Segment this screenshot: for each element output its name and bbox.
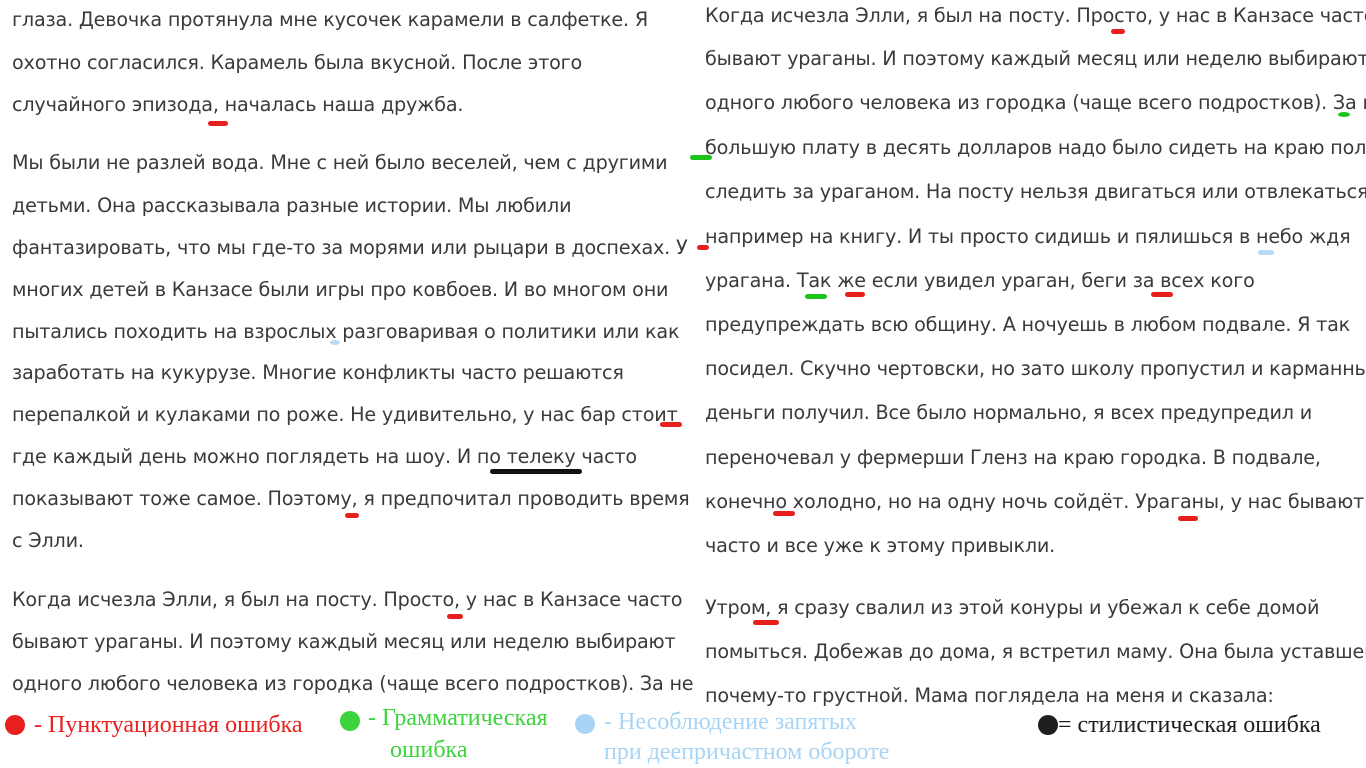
green-dot-icon [340, 711, 360, 731]
text-line: показывают тоже самое. Поэтому, я предпо… [12, 487, 690, 510]
text-line: охотно согласился. Карамель была вкусной… [12, 51, 583, 74]
legend-stylistic-label: = стилистическая ошибка [1058, 712, 1321, 738]
punctuation-error-mark [447, 614, 463, 619]
text-line: предупреждать всю общину. А ночуешь в лю… [705, 313, 1351, 336]
punctuation-error-mark [753, 620, 779, 625]
stylistic-error-mark [490, 469, 582, 474]
text-line: например на книгу. И ты просто сидишь и … [705, 225, 1351, 248]
text-line: детьми. Она рассказывала разные истории.… [12, 194, 572, 217]
legend-grammar-label-cont: ошибка [390, 737, 468, 763]
text-line: Когда исчезла Элли, я был на посту. Прос… [705, 4, 1366, 27]
red-dot-icon [5, 715, 25, 735]
blue-dot-icon [575, 714, 595, 734]
text-line: фантазировать, что мы где-то за морями и… [12, 236, 688, 259]
text-line: Утром, я сразу свалил из этой конуры и у… [705, 596, 1320, 619]
text-line: посидел. Скучно чертовски, но зато школу… [705, 357, 1366, 380]
text-line: помыться. Добежав до дома, я встретил ма… [705, 640, 1366, 663]
text-line: бывают ураганы. И поэтому каждый месяц и… [12, 630, 676, 653]
error-legend: - Пунктуационная ошибка - Грамматическая… [0, 700, 1366, 768]
grammar-error-mark [805, 294, 827, 299]
legend-grammar-label: - Грамматическая [368, 705, 548, 731]
legend-participle-label-cont: при деепричастном обороте [604, 739, 890, 765]
punctuation-error-mark [1111, 29, 1125, 34]
text-line: большую плату в десять долларов надо был… [705, 136, 1366, 159]
text-line: пытались походить на взрослых разговарив… [12, 320, 680, 343]
text-line: с Элли. [12, 529, 84, 552]
punctuation-error-mark [1151, 292, 1173, 297]
text-line: урагана. Так же если увидел ураган, беги… [705, 269, 1255, 292]
text-line: одного любого человека из городка (чаще … [705, 91, 1366, 114]
text-line: Мы были не разлей вода. Мне с ней было в… [12, 151, 668, 174]
text-line: заработать на кукурузе. Многие конфликты… [12, 361, 624, 384]
punctuation-error-mark [845, 292, 865, 297]
punctuation-error-mark [208, 121, 228, 126]
legend-participle-label: - Несоблюдение запятых [604, 709, 858, 735]
text-line: перепалкой и кулаками по роже. Не удивит… [12, 403, 678, 426]
text-line: где каждый день можно поглядеть на шоу. … [12, 445, 637, 468]
text-line: Когда исчезла Элли, я был на посту. Прос… [12, 588, 683, 611]
text-line: глаза. Девочка протянула мне кусочек кар… [12, 8, 648, 31]
text-line: переночевал у фермерши Гленз на краю гор… [705, 446, 1321, 469]
text-line: многих детей в Канзасе были игры про ков… [12, 278, 669, 301]
black-dot-icon [1038, 715, 1058, 735]
text-line: одного любого человека из городка (чаще … [12, 672, 694, 695]
text-line: случайного эпизода, началась наша дружба… [12, 93, 464, 116]
punctuation-error-mark [1178, 516, 1198, 521]
text-line: бывают ураганы. И поэтому каждый месяц и… [705, 47, 1366, 70]
participle-comma-error-mark [1258, 250, 1274, 255]
text-line: деньги получил. Все было нормально, я вс… [705, 401, 1313, 424]
punctuation-error-mark [345, 513, 359, 518]
text-line: следить за ураганом. На посту нельзя дви… [705, 180, 1366, 203]
text-line: часто и все уже к этому привыкли. [705, 534, 1056, 557]
legend-punctuation-label: - Пунктуационная ошибка [34, 712, 303, 738]
text-line: конечно холодно, но на одну ночь сойдёт.… [705, 490, 1365, 513]
